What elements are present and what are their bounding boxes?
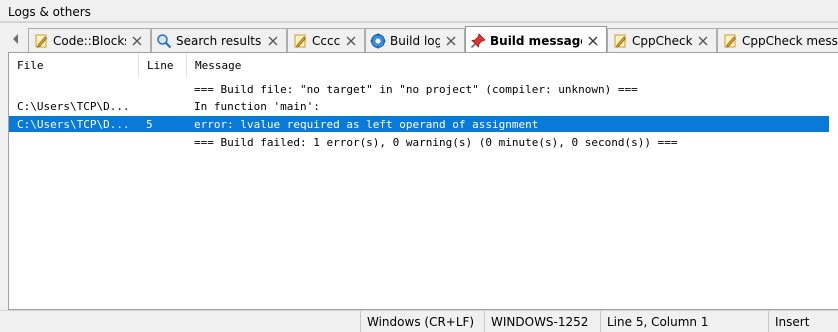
status-bar: Windows (CR+LF) WINDOWS-1252 Line 5, Col… bbox=[0, 310, 838, 332]
tab-build-log[interactable]: Build log bbox=[365, 28, 465, 53]
tab-search-results[interactable]: Search results bbox=[151, 28, 287, 53]
gear-icon bbox=[370, 33, 386, 49]
status-text: Windows (CR+LF) bbox=[367, 315, 475, 329]
close-icon[interactable] bbox=[444, 34, 458, 48]
tab-code-blocks[interactable]: Code::Blocks bbox=[28, 28, 151, 53]
row-line: 5 bbox=[146, 118, 153, 131]
tab-strip: Code::Blocks Search results Cccc Build l… bbox=[0, 22, 838, 54]
close-icon[interactable] bbox=[130, 34, 144, 48]
close-icon[interactable] bbox=[344, 34, 358, 48]
build-messages-list[interactable]: File Line Message === Build file: "no ta… bbox=[8, 52, 838, 310]
column-header-file[interactable]: File bbox=[9, 53, 139, 77]
status-text: Line 5, Column 1 bbox=[607, 315, 709, 329]
message-row[interactable]: === Build failed: 1 error(s), 0 warning(… bbox=[9, 134, 829, 150]
close-icon[interactable] bbox=[696, 34, 710, 48]
arrow-left-icon bbox=[12, 34, 18, 44]
row-message: === Build failed: 1 error(s), 0 warning(… bbox=[194, 136, 678, 149]
close-icon[interactable] bbox=[586, 34, 600, 48]
status-text: WINDOWS-1252 bbox=[491, 315, 589, 329]
pushpin-icon bbox=[471, 32, 486, 48]
status-text: Insert bbox=[775, 315, 810, 329]
tab-cppcheck-messages[interactable]: CppCheck messages bbox=[717, 28, 838, 53]
note-pencil-icon bbox=[724, 34, 736, 48]
column-header-label: Message bbox=[195, 58, 242, 72]
tab-cccc[interactable]: Cccc bbox=[287, 28, 365, 53]
tab-label: Build log bbox=[390, 34, 440, 48]
row-file: C:\Users\TCP\D... bbox=[17, 118, 130, 131]
note-pencil-icon bbox=[614, 34, 626, 48]
magnifier-icon bbox=[157, 34, 172, 49]
tab-build-messages[interactable]: Build messages bbox=[465, 26, 607, 54]
status-cursor-position: Line 5, Column 1 bbox=[600, 311, 768, 332]
tab-label: CppCheck bbox=[632, 34, 692, 48]
row-message: In function 'main': bbox=[194, 100, 320, 113]
tab-label: Cccc bbox=[312, 34, 340, 48]
tab-label: Code::Blocks bbox=[53, 34, 126, 48]
tab-label: CppCheck messages bbox=[742, 34, 838, 48]
column-header-label: Line bbox=[147, 58, 174, 72]
panel-title: Logs & others bbox=[0, 0, 838, 22]
row-message: error: lvalue required as left operand o… bbox=[194, 118, 539, 131]
tab-label: Search results bbox=[176, 34, 262, 48]
note-pencil-icon bbox=[35, 34, 47, 48]
message-row[interactable]: === Build file: "no target" in "no proje… bbox=[9, 81, 829, 97]
status-encoding: WINDOWS-1252 bbox=[484, 311, 600, 332]
tab-label: Build messages bbox=[490, 33, 582, 48]
column-header-message[interactable]: Message bbox=[187, 53, 825, 77]
row-file: C:\Users\TCP\D... bbox=[17, 100, 130, 113]
note-pencil-icon bbox=[294, 34, 306, 48]
close-icon[interactable] bbox=[266, 34, 280, 48]
row-message: === Build file: "no target" in "no proje… bbox=[194, 83, 638, 96]
status-line-endings: Windows (CR+LF) bbox=[360, 311, 484, 332]
column-header-label: File bbox=[17, 58, 44, 72]
message-row[interactable]: C:\Users\TCP\D... In function 'main': bbox=[9, 98, 829, 114]
scroll-tabs-left-button[interactable] bbox=[8, 30, 22, 48]
message-row-selected[interactable]: C:\Users\TCP\D... 5 error: lvalue requir… bbox=[9, 116, 829, 132]
column-header-line[interactable]: Line bbox=[139, 53, 187, 77]
status-insert-mode: Insert bbox=[768, 311, 838, 332]
tab-cppcheck[interactable]: CppCheck bbox=[607, 28, 717, 53]
scrollbar-stub bbox=[828, 53, 838, 77]
